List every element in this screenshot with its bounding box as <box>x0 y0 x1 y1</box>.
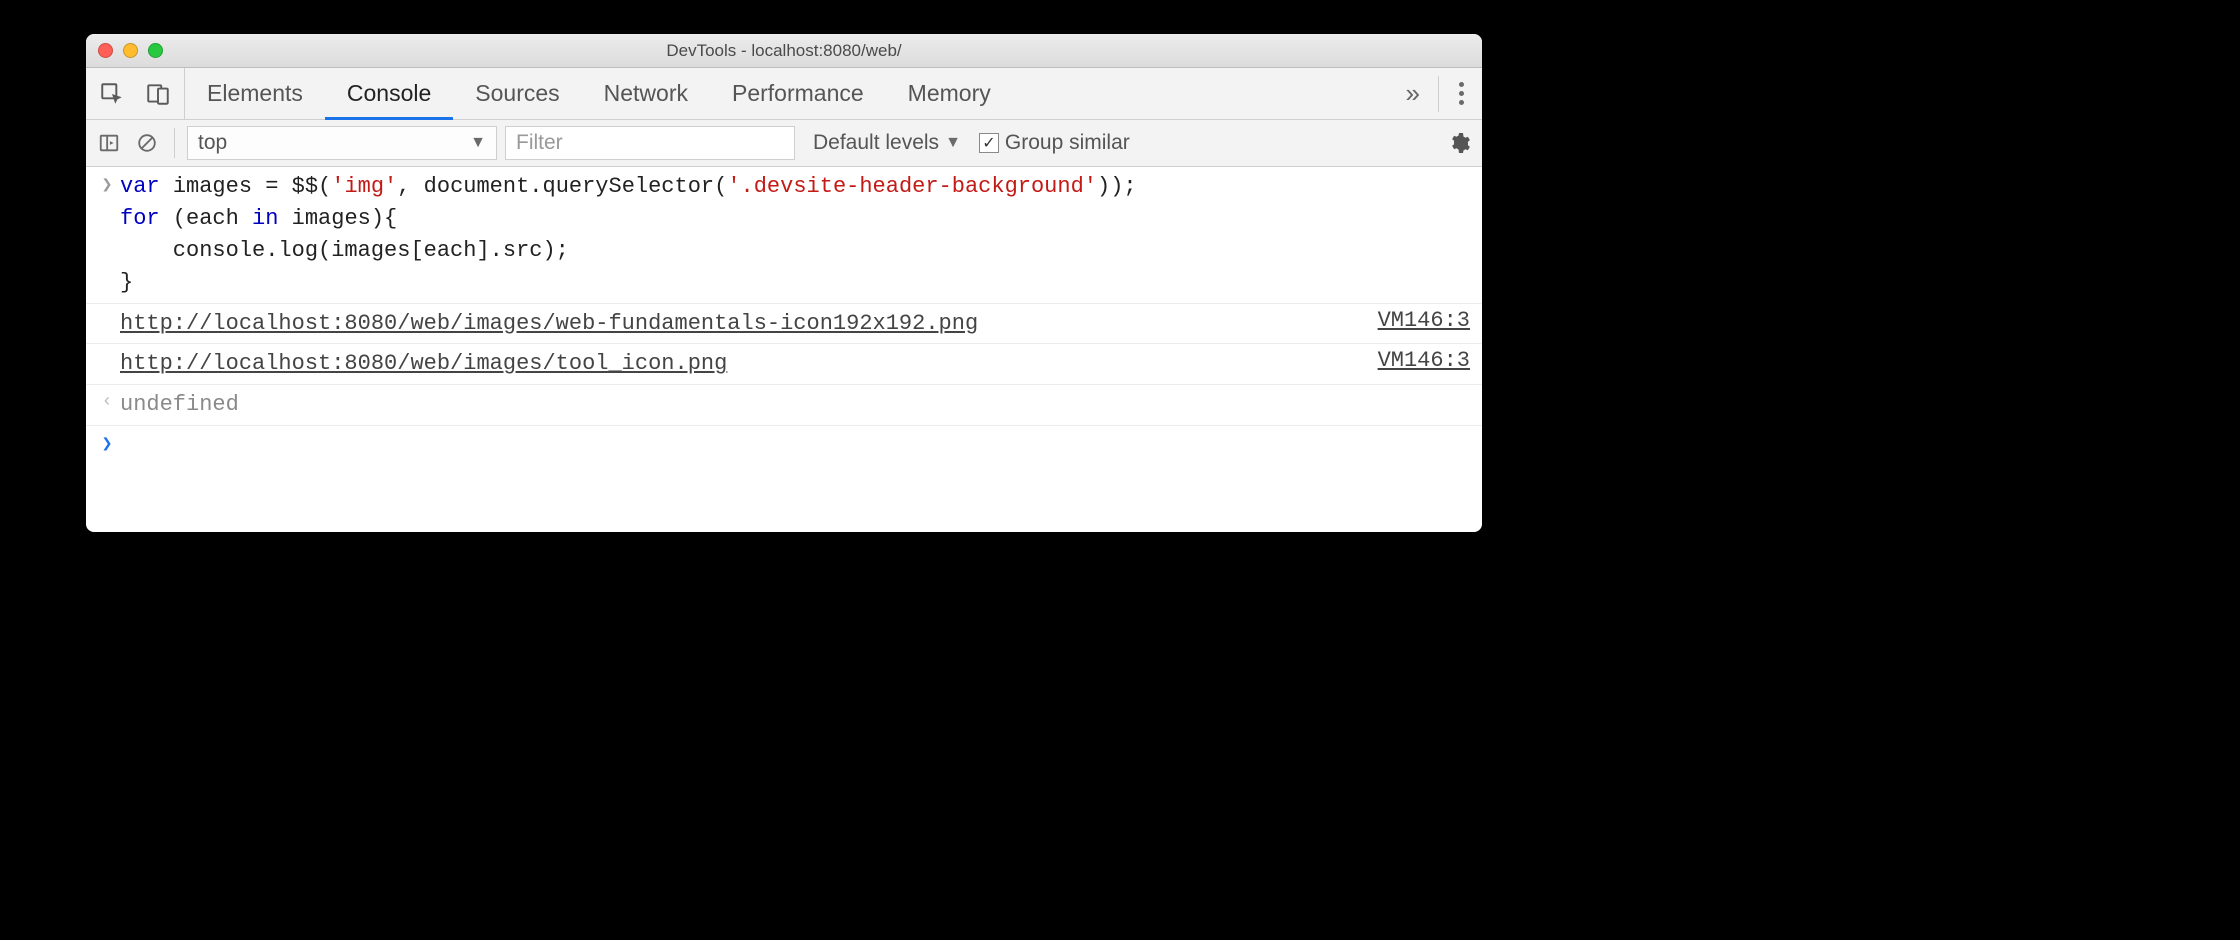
tab-label: Sources <box>475 80 559 107</box>
tab-elements[interactable]: Elements <box>185 68 325 119</box>
tab-performance[interactable]: Performance <box>710 68 886 119</box>
clear-console-icon[interactable] <box>132 128 162 158</box>
window-title: DevTools - localhost:8080/web/ <box>86 41 1482 61</box>
return-chevron-icon: ‹ <box>94 389 120 412</box>
console-log-row: http://localhost:8080/web/images/tool_ic… <box>86 344 1482 385</box>
inspect-tools <box>86 68 185 119</box>
console-toolbar: top ▼ Default levels ▼ ✓ Group similar <box>86 120 1482 167</box>
close-icon[interactable] <box>98 43 113 58</box>
panel-tabs: Elements Console Sources Network Perform… <box>185 68 1013 119</box>
gutter <box>94 308 120 311</box>
filter-input[interactable] <box>505 126 795 160</box>
devtools-window: DevTools - localhost:8080/web/ <box>86 34 1482 532</box>
titlebar: DevTools - localhost:8080/web/ <box>86 34 1482 68</box>
kebab-menu-icon[interactable] <box>1449 82 1474 105</box>
source-link[interactable]: VM146:3 <box>1358 348 1470 373</box>
log-levels[interactable]: Default levels ▼ <box>813 131 961 155</box>
console-body: ❯ var images = $$('img', document.queryS… <box>86 167 1482 459</box>
context-selector-value: top <box>198 131 227 155</box>
more-tabs-icon[interactable]: » <box>1398 78 1428 109</box>
panel-tabs-row: Elements Console Sources Network Perform… <box>86 68 1482 120</box>
group-similar: ✓ Group similar <box>979 131 1130 155</box>
tab-network[interactable]: Network <box>582 68 710 119</box>
divider <box>174 128 175 158</box>
tab-sources[interactable]: Sources <box>453 68 581 119</box>
console-log-message[interactable]: http://localhost:8080/web/images/web-fun… <box>120 311 978 336</box>
minimize-icon[interactable] <box>123 43 138 58</box>
zoom-icon[interactable] <box>148 43 163 58</box>
console-return-row: ‹ undefined <box>86 385 1482 426</box>
console-prompt-row[interactable]: ❯ <box>86 426 1482 459</box>
return-value: undefined <box>120 389 1470 421</box>
log-levels-label: Default levels <box>813 131 939 155</box>
tab-label: Memory <box>908 80 991 107</box>
console-log-row: http://localhost:8080/web/images/web-fun… <box>86 304 1482 345</box>
tab-label: Elements <box>207 80 303 107</box>
inspect-element-icon[interactable] <box>96 78 128 110</box>
context-selector[interactable]: top ▼ <box>187 126 497 160</box>
checkbox-icon[interactable]: ✓ <box>979 133 999 153</box>
dropdown-icon: ▼ <box>945 134 961 152</box>
gutter <box>94 348 120 351</box>
tab-label: Network <box>604 80 688 107</box>
tab-memory[interactable]: Memory <box>886 68 1013 119</box>
console-input-row: ❯ var images = $$('img', document.queryS… <box>86 167 1482 304</box>
settings-icon[interactable] <box>1444 128 1474 158</box>
input-chevron-icon: ❯ <box>94 171 120 196</box>
dropdown-icon: ▼ <box>470 134 486 152</box>
divider <box>1438 76 1439 112</box>
group-similar-label: Group similar <box>1005 131 1130 155</box>
sidebar-toggle-icon[interactable] <box>94 128 124 158</box>
window-controls <box>98 43 163 58</box>
source-link[interactable]: VM146:3 <box>1358 308 1470 333</box>
tab-label: Console <box>347 80 431 107</box>
console-log-message[interactable]: http://localhost:8080/web/images/tool_ic… <box>120 351 727 376</box>
tab-label: Performance <box>732 80 864 107</box>
prompt-chevron-icon: ❯ <box>94 430 120 455</box>
console-input-code[interactable]: var images = $$('img', document.querySel… <box>120 171 1470 299</box>
tab-console[interactable]: Console <box>325 68 453 119</box>
device-toggle-icon[interactable] <box>142 78 174 110</box>
